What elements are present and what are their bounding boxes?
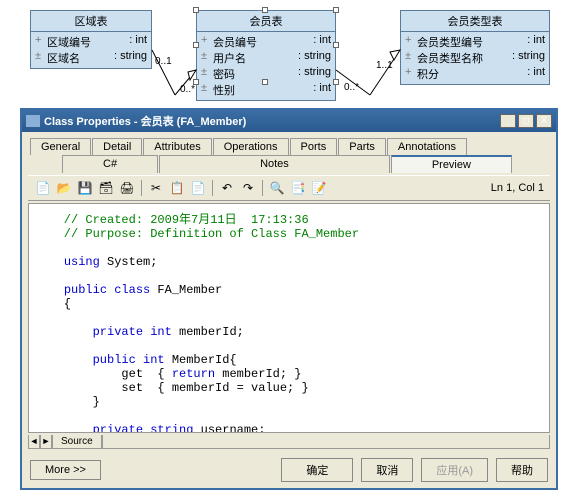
dialog-buttons: More >> 确定 取消 应用(A) 帮助 (22, 452, 556, 488)
uml-class-membertype[interactable]: 会员类型表 +会员类型编号: int ±会员类型名称: string +积分: … (400, 10, 550, 85)
tab-csharp[interactable]: C# (62, 155, 158, 173)
uml-class-area[interactable]: 区域表 +区域编号: int ±区域名: string (30, 10, 152, 69)
source-tab[interactable]: Source (52, 435, 102, 449)
cursor-position: Ln 1, Col 1 (491, 182, 544, 194)
tab-general[interactable]: General (30, 138, 91, 155)
edit-icon[interactable]: 📝 (310, 179, 328, 197)
tab-row-2: C# Notes Preview (22, 155, 556, 173)
uml-attrs: +会员类型编号: int ±会员类型名称: string +积分: int (401, 32, 549, 84)
saveall-icon[interactable]: 🗃 (97, 179, 115, 197)
find-icon[interactable]: 🔍 (268, 179, 286, 197)
copy-icon[interactable]: 📋 (168, 179, 186, 197)
apply-button[interactable]: 应用(A) (421, 458, 488, 482)
properties-window: Class Properties - 会员表 (FA_Member) _ □ X… (20, 108, 558, 490)
titlebar[interactable]: Class Properties - 会员表 (FA_Member) _ □ X (22, 110, 556, 132)
multiplicity: 0..1 (155, 56, 172, 67)
scroll-left-icon[interactable]: ◄ (28, 435, 40, 449)
ok-button[interactable]: 确定 (281, 458, 353, 482)
tab-attributes[interactable]: Attributes (143, 138, 211, 155)
open-icon[interactable]: 📂 (55, 179, 73, 197)
code-editor[interactable]: // Created: 2009年7月11日 17:13:36 // Purpo… (28, 203, 550, 433)
undo-icon[interactable]: ↶ (218, 179, 236, 197)
editor-footer: ◄ ► Source (28, 435, 550, 449)
uml-title: 会员类型表 (401, 11, 549, 32)
print-icon[interactable]: 🖨 (118, 179, 136, 197)
save-icon[interactable]: 💾 (76, 179, 94, 197)
app-icon (26, 115, 40, 127)
maximize-button[interactable]: □ (518, 114, 534, 128)
new-icon[interactable]: 📄 (34, 179, 52, 197)
window-title: Class Properties - 会员表 (FA_Member) (44, 113, 498, 129)
tab-annotations[interactable]: Annotations (387, 138, 467, 155)
tab-parts[interactable]: Parts (338, 138, 386, 155)
close-button[interactable]: X (536, 114, 552, 128)
more-button[interactable]: More >> (30, 460, 101, 480)
bookmark-icon[interactable]: 📑 (289, 179, 307, 197)
multiplicity: 0..* (344, 82, 359, 93)
cancel-button[interactable]: 取消 (361, 458, 413, 482)
minimize-button[interactable]: _ (500, 114, 516, 128)
tab-operations[interactable]: Operations (213, 138, 289, 155)
scroll-right-icon[interactable]: ► (40, 435, 52, 449)
uml-attrs: +区域编号: int ±区域名: string (31, 32, 151, 68)
help-button[interactable]: 帮助 (496, 458, 548, 482)
uml-title: 区域表 (31, 11, 151, 32)
redo-icon[interactable]: ↷ (239, 179, 257, 197)
tab-row-1: General Detail Attributes Operations Por… (22, 132, 556, 155)
multiplicity: 0..* (180, 84, 195, 95)
tab-preview[interactable]: Preview (391, 155, 512, 173)
h-scrollbar[interactable] (102, 435, 550, 449)
tab-detail[interactable]: Detail (92, 138, 142, 155)
tab-ports[interactable]: Ports (290, 138, 338, 155)
uml-attrs: +会员编号: int ±用户名: string ±密码: string ±性别:… (197, 32, 335, 100)
paste-icon[interactable]: 📄 (189, 179, 207, 197)
cut-icon[interactable]: ✂ (147, 179, 165, 197)
uml-class-member[interactable]: 会员表 +会员编号: int ±用户名: string ±密码: string … (196, 10, 336, 101)
tab-notes[interactable]: Notes (159, 155, 390, 173)
editor-toolbar: 📄 📂 💾 🗃 🖨 ✂ 📋 📄 ↶ ↷ 🔍 📑 📝 Ln 1, Col 1 (28, 175, 550, 201)
uml-title: 会员表 (197, 11, 335, 32)
multiplicity: 1..1 (376, 60, 393, 71)
